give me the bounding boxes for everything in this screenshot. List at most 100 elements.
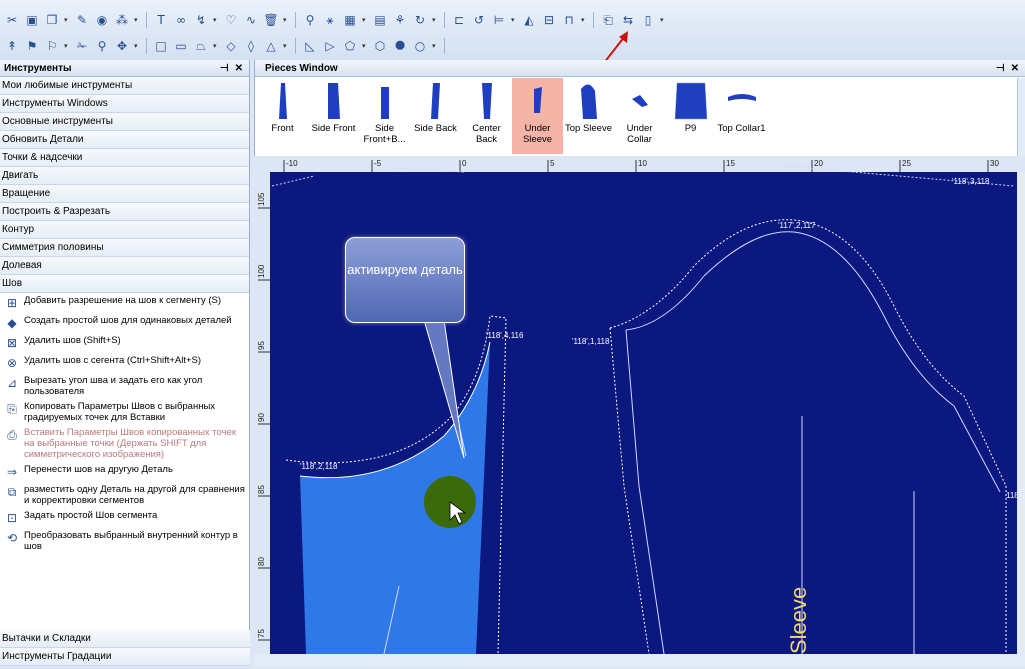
dropdown-arrow-icon[interactable]: ▾	[432, 16, 438, 24]
dropdown-arrow-icon[interactable]: ▾	[660, 16, 666, 24]
rect-icon[interactable]: ▭	[173, 38, 189, 54]
triangle-icon[interactable]: △	[263, 38, 279, 54]
cut-icon[interactable]: ✂	[4, 12, 20, 28]
copy-icon[interactable]: ❐	[44, 12, 60, 28]
book-icon[interactable]: ⎗	[600, 12, 616, 28]
pieces-scrollbar[interactable]	[1017, 78, 1025, 156]
close-icon[interactable]: ✕	[235, 63, 243, 74]
close-icon[interactable]: ✕	[1011, 63, 1019, 74]
page-icon[interactable]: ▣	[24, 12, 40, 28]
dropdown-arrow-icon[interactable]: ▾	[283, 42, 289, 50]
category-item[interactable]: Инструменты Градации	[0, 648, 250, 666]
category-item[interactable]: Мои любимые инструменты	[0, 77, 249, 95]
dropdown-arrow-icon[interactable]: ▾	[581, 16, 587, 24]
mark-icon[interactable]: ⚐	[44, 38, 60, 54]
dropdown-arrow-icon[interactable]: ▾	[283, 16, 289, 24]
category-item[interactable]: Обновить Детали	[0, 131, 249, 149]
piece-thumbnail[interactable]: Center Back	[461, 78, 512, 154]
piece-thumbnail[interactable]: Side Back	[410, 78, 461, 154]
circle-icon[interactable]: ◉	[94, 12, 110, 28]
category-item[interactable]: Инструменты Windows	[0, 95, 249, 113]
split-icon[interactable]: ⚹	[322, 12, 338, 28]
piece-thumbnail[interactable]: Under Collar	[614, 78, 665, 154]
snap-icon[interactable]: ⊏	[451, 12, 467, 28]
tool-item[interactable]: ⊗ Удалить шов с сегента (Ctrl+Shift+Alt+S…	[0, 353, 249, 373]
grid-icon[interactable]: ▦	[342, 12, 358, 28]
category-item[interactable]: Контур	[0, 221, 249, 239]
needle-icon[interactable]: ⚲	[302, 12, 318, 28]
dropdown-arrow-icon[interactable]: ▾	[213, 16, 219, 24]
category-item[interactable]: Симметрия половины	[0, 239, 249, 257]
align-icon[interactable]: ⊨	[491, 12, 507, 28]
dropdown-arrow-icon[interactable]: ▾	[362, 42, 368, 50]
bend-icon[interactable]: ↯	[193, 12, 209, 28]
piece-thumbnail[interactable]: Side Front+B...	[359, 78, 410, 154]
category-item[interactable]: Точки & надсечки	[0, 149, 249, 167]
dropdown-arrow-icon[interactable]: ▾	[134, 16, 140, 24]
tool-item[interactable]: ⎙ Вставить Параметры Швов копированных то…	[0, 425, 249, 462]
pen-icon[interactable]: ✎	[74, 12, 90, 28]
category-item[interactable]: Двигать	[0, 167, 249, 185]
loop-icon[interactable]: ∞	[173, 12, 189, 28]
piece-thumbnail[interactable]: Front	[257, 78, 308, 154]
trapezoid-icon[interactable]: ⏢	[193, 38, 209, 54]
category-item[interactable]: Вращение	[0, 185, 249, 203]
tool-item[interactable]: ⇒ Перенести шов на другую Деталь	[0, 462, 249, 482]
refresh-icon[interactable]: ↻	[412, 12, 428, 28]
pattern-canvas[interactable]: -10 -5 0 5 10 15 20 25 30 105 100 95 90 85 80 75 '118'…	[254, 156, 1025, 666]
trash-icon[interactable]: 🗑	[263, 12, 279, 28]
tool-item[interactable]: ⧉ разместить одну Деталь на другой для ср…	[0, 482, 249, 508]
pin-icon[interactable]: ⊣	[220, 63, 229, 74]
tool-item[interactable]: ◆ Создать простой шов для одинаковых дета…	[0, 313, 249, 333]
circle-shape-icon[interactable]: ○	[412, 38, 428, 54]
category-item[interactable]: Основные инструменты	[0, 113, 249, 131]
category-item[interactable]: Вытачки и Складки	[0, 630, 250, 648]
pointer-icon[interactable]: ↟	[4, 38, 20, 54]
dropdown-arrow-icon[interactable]: ▾	[64, 42, 70, 50]
square-icon[interactable]: □	[153, 38, 169, 54]
rotate-icon[interactable]: ↺	[471, 12, 487, 28]
pin-icon[interactable]: ⚲	[94, 38, 110, 54]
dropdown-arrow-icon[interactable]: ▾	[362, 16, 368, 24]
tool-item[interactable]: ⊿ Вырезать угол шва и задать его как угол…	[0, 373, 249, 399]
frame-icon[interactable]: ▤	[372, 12, 388, 28]
pentagon-icon[interactable]: ⬠	[342, 38, 358, 54]
octagon-icon[interactable]: ⯃	[392, 38, 408, 54]
pin-icon[interactable]: ⊣	[996, 63, 1005, 74]
piece-thumbnail[interactable]: Top Collar1	[716, 78, 767, 154]
mirror-icon[interactable]: ◭	[521, 12, 537, 28]
piece-thumbnail[interactable]: Side Front	[308, 78, 359, 154]
doc-icon[interactable]: ▯	[640, 12, 656, 28]
hexagon-icon[interactable]: ⬡	[372, 38, 388, 54]
heart-icon[interactable]: ♡	[223, 12, 239, 28]
tool-item[interactable]: ⊞ Добавить разрешение на шов к сегменту (…	[0, 293, 249, 313]
horizontal-scrollbar[interactable]	[254, 654, 1025, 666]
kite-icon[interactable]: ◊	[243, 38, 259, 54]
drag-icon[interactable]: ✥	[114, 38, 130, 54]
category-item[interactable]: Долевая	[0, 257, 249, 275]
node-icon[interactable]: ⁂	[114, 12, 130, 28]
measure-icon[interactable]: ⊟	[541, 12, 557, 28]
dropdown-arrow-icon[interactable]: ▾	[213, 42, 219, 50]
wave-icon[interactable]: ∿	[243, 12, 259, 28]
flag-icon[interactable]: ▷	[322, 38, 338, 54]
piece-thumbnail[interactable]: P9	[665, 78, 716, 154]
tool-item[interactable]: ⎘ Копировать Параметры Швов с выбранных г…	[0, 399, 249, 425]
dropdown-arrow-icon[interactable]: ▾	[432, 42, 438, 50]
dropdown-arrow-icon[interactable]: ▾	[134, 42, 140, 50]
piece-thumbnail[interactable]: Top Sleeve	[563, 78, 614, 154]
dropdown-arrow-icon[interactable]: ▾	[511, 16, 517, 24]
drawing-area[interactable]: -10 -5 0 5 10 15 20 25 30 105 100 95 90 85 80 75 '118'…	[254, 156, 1025, 666]
scissors-icon[interactable]: ✁	[74, 38, 90, 54]
dropdown-arrow-icon[interactable]: ▾	[64, 16, 70, 24]
piece-thumbnail[interactable]: Under Sleeve	[512, 78, 563, 154]
right-triangle-icon[interactable]: ◺	[302, 38, 318, 54]
diamond-icon[interactable]: ◇	[223, 38, 239, 54]
tree-icon[interactable]: ⚘	[392, 12, 408, 28]
text-icon[interactable]: T	[153, 12, 169, 28]
vertical-scrollbar[interactable]	[1017, 172, 1025, 654]
tool-item[interactable]: ⟲ Преобразовать выбранный внутренний конт…	[0, 528, 249, 554]
tool-item[interactable]: ⊠ Удалить шов (Shift+S)	[0, 333, 249, 353]
tool-item[interactable]: ⊡ Задать простой Шов сегмента	[0, 508, 249, 528]
ruler-icon[interactable]: ⊓	[561, 12, 577, 28]
